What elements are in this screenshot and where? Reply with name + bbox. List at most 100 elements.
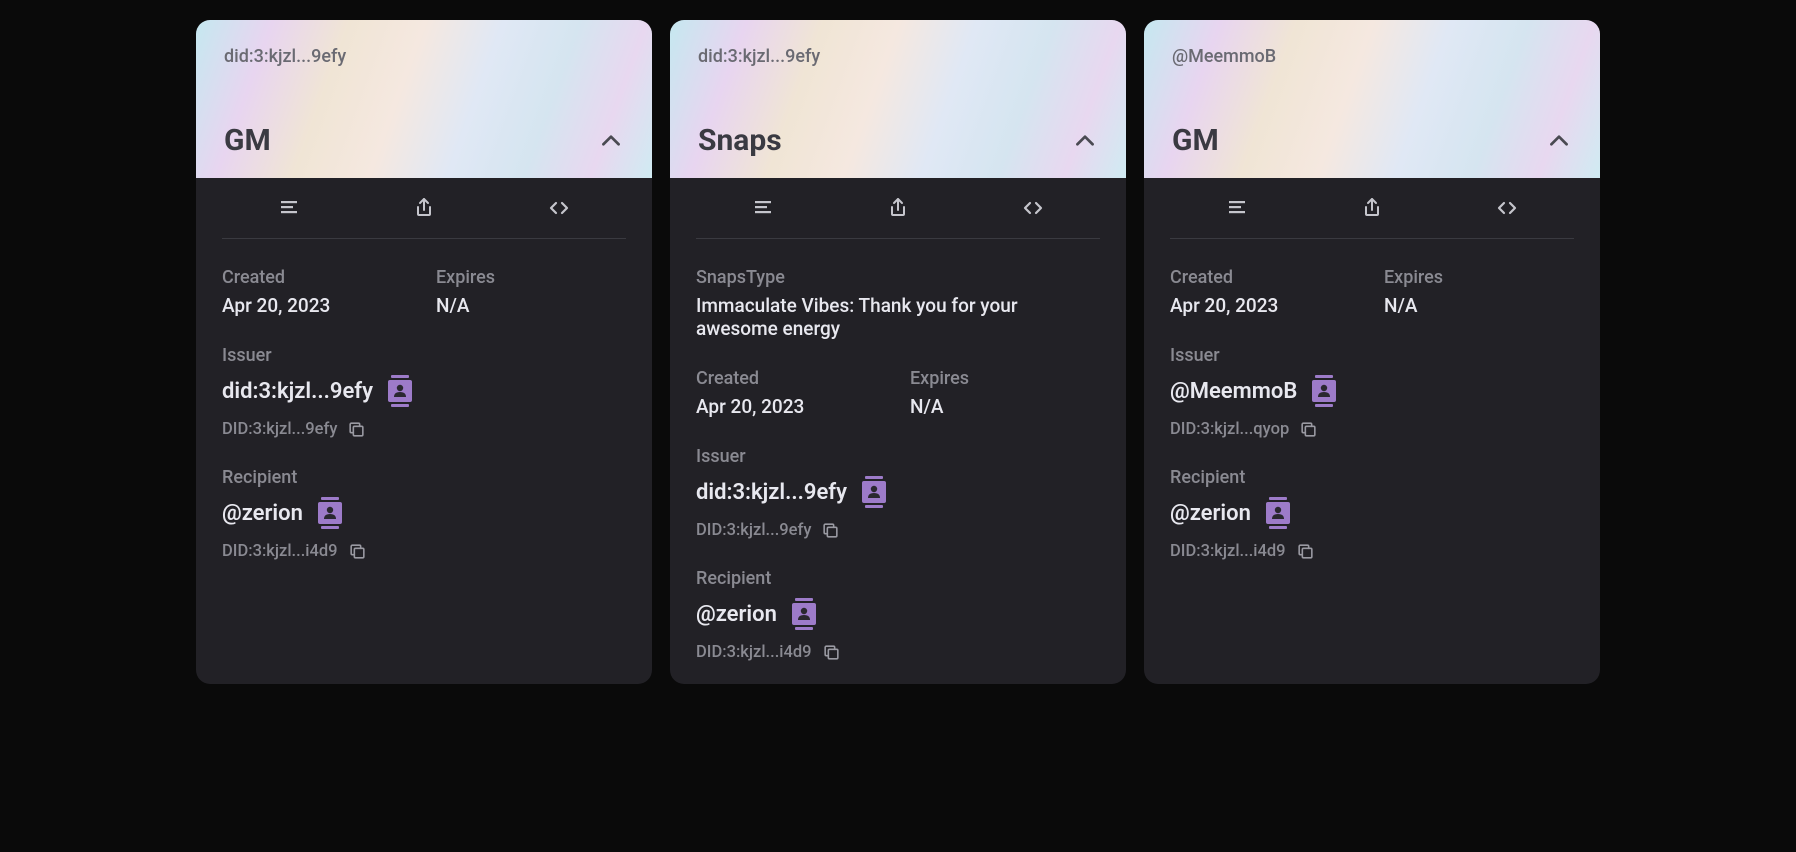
did-text: DID:3:kjzl...i4d9 <box>696 643 812 662</box>
did-row: DID:3:kjzl...i4d9 <box>1170 542 1574 561</box>
identity-recipient: Recipient @zerion DID:3:kjzl...i4d9 <box>222 467 626 561</box>
field-label: Issuer <box>696 446 1100 467</box>
header-id: @MeemmoB <box>1172 46 1572 67</box>
details-icon[interactable] <box>1225 196 1249 220</box>
identity-name: @zerion <box>1170 501 1251 526</box>
copy-icon[interactable] <box>822 643 841 662</box>
did-text: DID:3:kjzl...i4d9 <box>1170 542 1286 561</box>
did-row: DID:3:kjzl...qyop <box>1170 420 1574 439</box>
field-label: Created <box>696 368 886 389</box>
field-label: Recipient <box>1170 467 1574 488</box>
meta-row: Created Apr 20, 2023 Expires N/A <box>696 368 1100 418</box>
chevron-up-icon[interactable] <box>1546 128 1572 154</box>
did-row: DID:3:kjzl...9efy <box>696 521 1100 540</box>
field-created: Created Apr 20, 2023 <box>222 267 412 317</box>
card-title: Snaps <box>698 123 782 158</box>
field-label: Created <box>222 267 412 288</box>
did-row: DID:3:kjzl...i4d9 <box>696 643 1100 662</box>
share-icon[interactable] <box>1360 196 1384 220</box>
field-label: Expires <box>436 267 626 288</box>
share-icon[interactable] <box>886 196 910 220</box>
code-icon[interactable] <box>1495 196 1519 220</box>
identity-recipient: Recipient @zerion DID:3:kjzl...i4d9 <box>1170 467 1574 561</box>
copy-icon[interactable] <box>348 542 367 561</box>
card-tabs <box>696 178 1100 239</box>
field-label: SnapsType <box>696 267 1100 288</box>
contact-icon[interactable] <box>859 473 889 511</box>
field-label: Created <box>1170 267 1360 288</box>
field-label: Issuer <box>1170 345 1574 366</box>
field-value: Immaculate Vibes: Thank you for your awe… <box>696 294 1100 340</box>
header-id: did:3:kjzl...9efy <box>698 46 1098 67</box>
share-icon[interactable] <box>412 196 436 220</box>
identity-name-row: did:3:kjzl...9efy <box>222 372 626 410</box>
field-value: Apr 20, 2023 <box>1170 294 1360 317</box>
did-text: DID:3:kjzl...qyop <box>1170 420 1289 439</box>
contact-icon[interactable] <box>1309 372 1339 410</box>
identity-name: did:3:kjzl...9efy <box>222 379 373 404</box>
card-header[interactable]: did:3:kjzl...9efy Snaps <box>670 20 1126 178</box>
identity-issuer: Issuer did:3:kjzl...9efy DID:3:kjzl...9e… <box>696 446 1100 540</box>
meta-row: Created Apr 20, 2023 Expires N/A <box>222 267 626 317</box>
identity-name: @MeemmoB <box>1170 379 1297 404</box>
credential-card: did:3:kjzl...9efy Snaps SnapsType Immacu… <box>670 20 1126 684</box>
card-title: GM <box>224 123 271 158</box>
chevron-up-icon[interactable] <box>598 128 624 154</box>
did-row: DID:3:kjzl...9efy <box>222 420 626 439</box>
chevron-up-icon[interactable] <box>1072 128 1098 154</box>
card-header[interactable]: did:3:kjzl...9efy GM <box>196 20 652 178</box>
identity-name-row: @zerion <box>222 494 626 532</box>
field-snapstype: SnapsType Immaculate Vibes: Thank you fo… <box>696 267 1100 340</box>
credential-card: did:3:kjzl...9efy GM Created Apr 20, 202… <box>196 20 652 684</box>
identity-name: @zerion <box>222 501 303 526</box>
card-body: Created Apr 20, 2023 Expires N/A Issuer … <box>196 239 652 684</box>
meta-row: Created Apr 20, 2023 Expires N/A <box>1170 267 1574 317</box>
field-created: Created Apr 20, 2023 <box>696 368 886 418</box>
identity-name-row: did:3:kjzl...9efy <box>696 473 1100 511</box>
field-value: Apr 20, 2023 <box>222 294 412 317</box>
details-icon[interactable] <box>751 196 775 220</box>
identity-name: @zerion <box>696 602 777 627</box>
card-title: GM <box>1172 123 1219 158</box>
field-label: Issuer <box>222 345 626 366</box>
field-expires: Expires N/A <box>910 368 1100 418</box>
did-text: DID:3:kjzl...i4d9 <box>222 542 338 561</box>
card-body: SnapsType Immaculate Vibes: Thank you fo… <box>670 239 1126 684</box>
contact-icon[interactable] <box>1263 494 1293 532</box>
field-label: Expires <box>1384 267 1574 288</box>
did-text: DID:3:kjzl...9efy <box>222 420 337 439</box>
copy-icon[interactable] <box>347 420 366 439</box>
field-value: Apr 20, 2023 <box>696 395 886 418</box>
field-expires: Expires N/A <box>436 267 626 317</box>
identity-name: did:3:kjzl...9efy <box>696 480 847 505</box>
field-label: Recipient <box>222 467 626 488</box>
identity-issuer: Issuer did:3:kjzl...9efy DID:3:kjzl...9e… <box>222 345 626 439</box>
field-label: Recipient <box>696 568 1100 589</box>
copy-icon[interactable] <box>1299 420 1318 439</box>
field-value: N/A <box>436 294 626 317</box>
contact-icon[interactable] <box>789 595 819 633</box>
code-icon[interactable] <box>547 196 571 220</box>
copy-icon[interactable] <box>1296 542 1315 561</box>
card-header[interactable]: @MeemmoB GM <box>1144 20 1600 178</box>
field-expires: Expires N/A <box>1384 267 1574 317</box>
card-body: Created Apr 20, 2023 Expires N/A Issuer … <box>1144 239 1600 684</box>
did-text: DID:3:kjzl...9efy <box>696 521 811 540</box>
credential-card: @MeemmoB GM Created Apr 20, 2023 Expires… <box>1144 20 1600 684</box>
identity-name-row: @zerion <box>696 595 1100 633</box>
details-icon[interactable] <box>277 196 301 220</box>
card-tabs <box>222 178 626 239</box>
field-value: N/A <box>1384 294 1574 317</box>
identity-recipient: Recipient @zerion DID:3:kjzl...i4d9 <box>696 568 1100 662</box>
field-created: Created Apr 20, 2023 <box>1170 267 1360 317</box>
field-label: Expires <box>910 368 1100 389</box>
contact-icon[interactable] <box>385 372 415 410</box>
field-value: N/A <box>910 395 1100 418</box>
copy-icon[interactable] <box>821 521 840 540</box>
code-icon[interactable] <box>1021 196 1045 220</box>
contact-icon[interactable] <box>315 494 345 532</box>
card-tabs <box>1170 178 1574 239</box>
identity-issuer: Issuer @MeemmoB DID:3:kjzl...qyop <box>1170 345 1574 439</box>
identity-name-row: @zerion <box>1170 494 1574 532</box>
did-row: DID:3:kjzl...i4d9 <box>222 542 626 561</box>
